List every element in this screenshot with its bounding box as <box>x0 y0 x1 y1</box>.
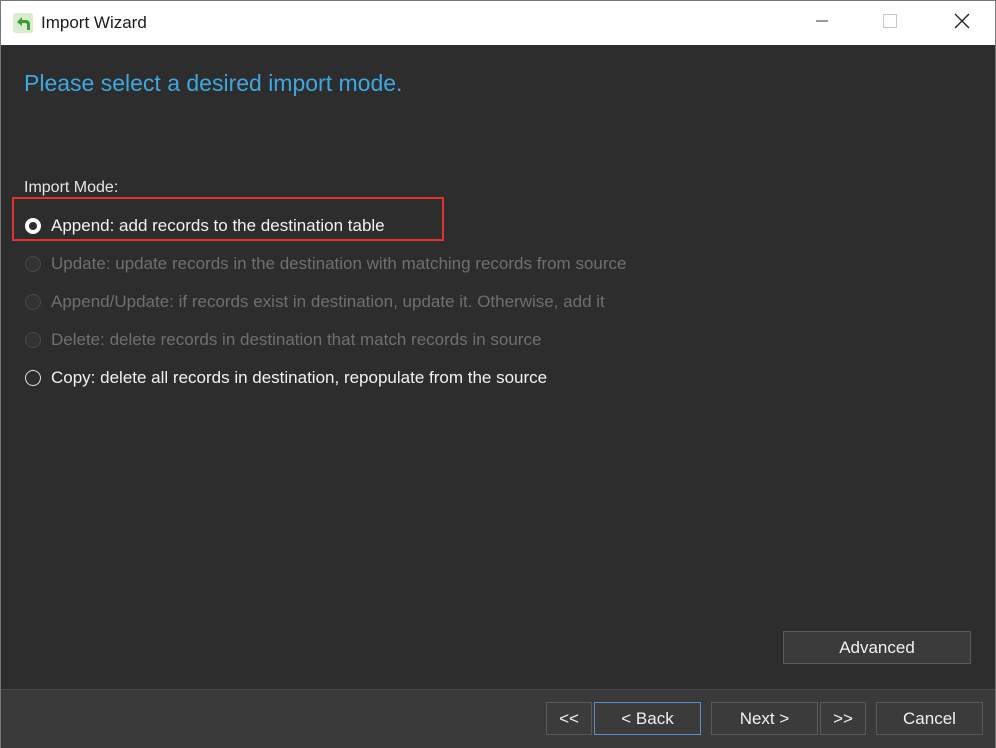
close-icon <box>954 13 970 34</box>
maximize-button[interactable] <box>867 1 913 45</box>
radio-update: Update: update records in the destinatio… <box>25 252 626 276</box>
last-page-button[interactable]: >> <box>820 702 866 735</box>
title-bar: Import Wizard <box>1 1 995 45</box>
radio-append-update: Append/Update: if records exist in desti… <box>25 290 605 314</box>
next-button[interactable]: Next > <box>711 702 818 735</box>
radio-button <box>25 332 41 348</box>
radio-label: Copy: delete all records in destination,… <box>51 368 548 387</box>
window-title: Import Wizard <box>41 13 147 32</box>
radio-button <box>25 256 41 272</box>
minimize-icon <box>816 14 828 32</box>
radio-button <box>25 294 41 310</box>
radio-label: Update: update records in the destinatio… <box>51 254 627 273</box>
maximize-icon <box>883 13 897 33</box>
radio-button[interactable] <box>25 218 41 234</box>
radio-label: Append/Update: if records exist in desti… <box>51 292 605 311</box>
close-button[interactable] <box>939 1 985 45</box>
radio-label: Delete: delete records in destination th… <box>51 330 542 349</box>
advanced-button[interactable]: Advanced <box>783 631 971 664</box>
page-title: Please select a desired import mode. <box>24 70 403 96</box>
radio-label: Append: add records to the destination t… <box>51 216 385 235</box>
minimize-button[interactable] <box>799 1 845 45</box>
first-page-button[interactable]: << <box>546 702 592 735</box>
radio-append[interactable]: Append: add records to the destination t… <box>25 214 385 238</box>
wizard-footer: << < Back Next > >> Cancel <box>1 689 995 748</box>
radio-delete: Delete: delete records in destination th… <box>25 328 541 352</box>
radio-copy[interactable]: Copy: delete all records in destination,… <box>25 366 547 390</box>
back-button[interactable]: < Back <box>594 702 701 735</box>
radio-button[interactable] <box>25 370 41 386</box>
cancel-button[interactable]: Cancel <box>876 702 983 735</box>
back-arrow-icon <box>12 12 34 34</box>
import-mode-label: Import Mode: <box>24 179 119 196</box>
import-wizard-window: Import Wizard Please select a desired im… <box>0 0 996 748</box>
